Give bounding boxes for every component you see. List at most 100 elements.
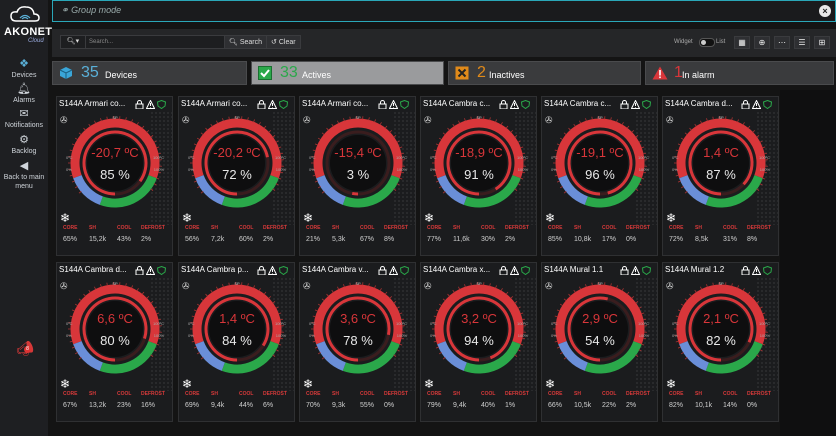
gauge-tick [157,152,162,155]
column-label: CORE [306,391,321,397]
gauge-tick [554,340,558,343]
summary-actives[interactable]: 33 Actives [251,61,444,85]
gauge-tick [762,146,766,149]
gauge-tick [317,137,321,141]
gauge-tick [157,337,162,340]
column-label: CORE [669,391,684,397]
lock-icon [741,100,750,109]
summary-inactives[interactable]: 2 Inactives [448,61,641,85]
sidebar-item-backlog[interactable]: ⚙ Backlog [0,134,48,156]
sidebar-item-alarms[interactable]: 🔔︎ Alarms [0,83,48,105]
temperature-gauge: SP 0ºC 0% 100ºC 100% 3,6 ºC 78 % [309,281,407,374]
gauge-tick [88,289,91,293]
gauge-tick [635,301,639,304]
device-tile[interactable]: S144A Cambra v... ✇ SP 0ºC 0% 100ºC 100% 3,6 ºC… [299,262,416,422]
column-label: SH [332,391,339,397]
percentage-value: 54 % [585,333,615,348]
gauge-tick [136,122,139,126]
lock-icon [378,266,387,275]
gauge-tick [312,174,316,177]
search-input[interactable]: Search... [89,36,229,48]
gauge-tick [489,117,491,121]
gauge-tick [193,309,197,312]
device-tile[interactable]: S144A Cambra x... ✇ SP 0ºC 0% 100ºC 100% 3,2 ºC… [420,262,537,422]
gauge-tick [638,306,642,309]
sidebar-item-back-to-main-menu[interactable]: ◀ Back to main menu [0,160,48,191]
gauge-tick [331,289,334,293]
lock-icon [620,100,629,109]
gauge-scale-label: 100% [639,333,650,338]
gauge-tick [396,306,400,309]
gauge-tick [326,293,329,297]
close-icon[interactable]: × [819,5,831,17]
gauge-scale-label: 0ºC [430,155,437,160]
device-tile[interactable]: S144A Armari co... ✇ SP 0ºC 0% 100ºC 100% -15,4… [299,96,416,256]
setpoint-label: SP [597,281,603,286]
sidebar-item-notifications[interactable]: ✉ Notifications [0,108,48,130]
gauge-scale-label: 100% [518,333,529,338]
gauge-tick [69,315,73,318]
percentage-value: 85 % [100,167,130,182]
view-toggle[interactable] [699,38,715,47]
gauge-tick [78,190,82,194]
gauge-tick [317,351,321,355]
clear-button[interactable]: ↺ Clear [266,35,301,49]
column-value: 0% [747,402,758,409]
akonet-logo[interactable]: AKONET Cloud [2,4,52,44]
gauge-tick [610,117,612,121]
device-tile[interactable]: S144A Cambra d... ✇ SP 0ºC 0% 100ºC 100% 1,4 ºC… [662,96,779,256]
gauge-tick [157,318,162,321]
gauge-tick [447,293,450,297]
gauge-center [87,135,143,191]
envelope-icon: ✉ [19,108,29,120]
gauge-tick [559,303,563,307]
gauge-tick [742,288,745,292]
calendar-icon[interactable]: ▦ [734,36,750,49]
device-tile[interactable]: S144A Cambra d... ✇ SP 0ºC 0% 100ºC 100% 6,6 ºC… [56,262,173,422]
grid-view-icon[interactable]: ⊞ [814,36,830,49]
megaphone-icon[interactable]: 📣︎ 8 [16,340,34,357]
gauge-tick [706,118,708,122]
column-label: CORE [63,391,78,397]
search-button[interactable]: 🔍︎ Search [224,35,268,49]
gauge-tick [677,346,681,349]
gauge-tick [153,183,157,186]
gauge-tick [94,286,97,290]
device-tile[interactable]: S144A Mural 1.2 ✇ SP 0ºC 0% 100ºC 100% 2,1 ºC 82… [662,262,779,422]
summary-devices[interactable]: 35 Devices [52,61,247,85]
gauge-tick [559,185,563,189]
column-label: SH [89,225,96,231]
gauge-tick [106,282,108,286]
gauge-tick [396,349,400,352]
temperature-gauge: SP 0ºC 0% 100ºC 100% 2,9 ºC 54 % [551,281,650,374]
list-view-icon[interactable]: ☰ [794,36,810,49]
gauge-scale-label: 100ºC [638,321,649,326]
sidebar-item-devices[interactable]: ❖ Devices [0,58,48,80]
temperature-gauge: SP 0ºC 0% 100ºC 100% 2,1 ºC 82 % [672,281,771,374]
temperature-value: 2,9 ºC [582,311,618,326]
more-icon[interactable]: ⋯ [774,36,790,49]
column-value: 44% [239,402,254,409]
search-scope-dropdown[interactable]: 🔍︎▾ [61,36,86,48]
gauge-tick [374,285,376,289]
gauge-tick [88,123,91,127]
add-circle-icon[interactable]: ⊕ [754,36,770,49]
gauge-tick [399,343,403,346]
device-tile[interactable]: S144A Armari co... ✇ SP 0ºC 0% 100ºC 100% -20,7… [56,96,173,256]
device-tile[interactable]: S144A Cambra c... ✇ SP 0ºC 0% 100ºC 100% -18,9 … [420,96,537,256]
gauge-tick [680,351,684,355]
gauge-tick [193,346,197,349]
percentage-value: 72 % [222,167,252,182]
device-tile[interactable]: S144A Cambra c... ✇ SP 0ºC 0% 100ºC 100% -19,1 … [541,96,658,256]
gauge-tick [521,318,526,321]
gauge-tick [83,127,86,131]
device-tile[interactable]: S144A Armari co... ✇ SP 0ºC 0% 100ºC 100% -20,2… [178,96,295,256]
column-value: 82% [669,402,684,409]
gauge-scale-label: 100% [760,333,771,338]
column-label: SH [332,225,339,231]
gauge-tick [642,152,647,155]
device-tile[interactable]: S144A Cambra p... ✇ SP 0ºC 0% 100ºC 100% 1,4 ºC… [178,262,295,422]
snowflake-icon: ❄ [303,211,314,225]
summary-alarm[interactable]: 1 In alarm [645,61,834,85]
device-tile[interactable]: S144A Mural 1.1 ✇ SP 0ºC 0% 100ºC 100% 2,9 ºC 54… [541,262,658,422]
